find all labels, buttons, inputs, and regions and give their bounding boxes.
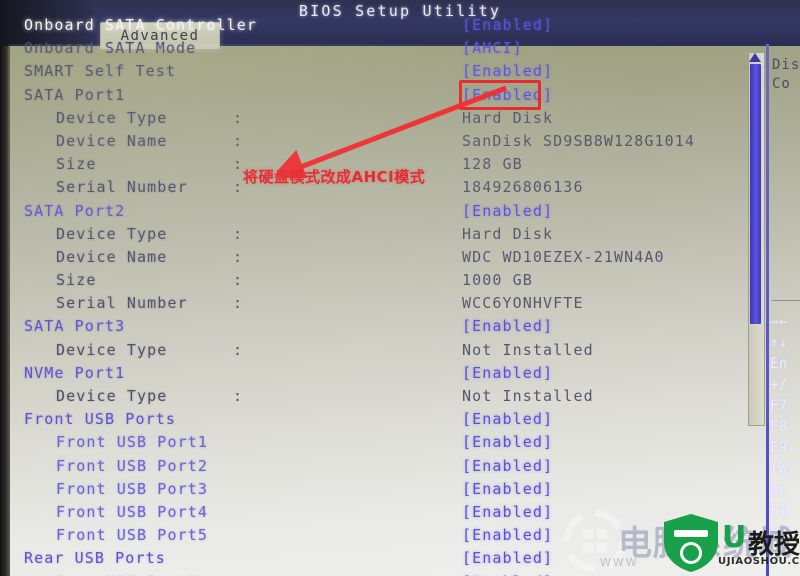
setting-row[interactable]: Serial Number: WCC6YONHVFTE xyxy=(0,294,792,317)
setting-row[interactable]: Size: 1000 GB xyxy=(0,271,792,294)
setting-label: NVMe Port1 xyxy=(24,363,126,382)
setting-value[interactable]: [Enabled] xyxy=(462,573,553,576)
setting-label: Serial Number xyxy=(56,178,188,197)
setting-row[interactable]: NVMe Port1 [Enabled] xyxy=(0,364,792,387)
setting-value[interactable]: [Enabled] xyxy=(462,503,553,521)
setting-label: Device Type xyxy=(56,224,168,243)
setting-row[interactable]: Device Name: WDC WD10EZEX-21WN4A0 xyxy=(0,248,792,271)
key-legend-item: F7 xyxy=(770,398,788,414)
setting-row[interactable]: Front USB Port3 [Enabled] xyxy=(0,480,792,503)
setting-row[interactable]: Front USB Port5 [Enabled] xyxy=(0,526,792,549)
setting-value[interactable]: Not Installed xyxy=(462,387,594,405)
key-legend-item: En xyxy=(770,356,788,372)
key-legend-item: Ac xyxy=(770,482,788,498)
setting-row[interactable]: Front USB Port1 [Enabled] xyxy=(0,433,792,456)
setting-value[interactable]: [Enabled] xyxy=(462,62,553,80)
setting-colon: : xyxy=(233,108,243,127)
setting-colon: : xyxy=(233,387,243,405)
key-legend-item: F9 xyxy=(770,440,788,456)
setting-value[interactable]: [Enabled] xyxy=(462,457,553,475)
setting-row[interactable]: Onboard SATA Mode [AHCI] xyxy=(0,39,792,62)
setting-row[interactable]: Front USB Port2 [Enabled] xyxy=(0,457,792,480)
setting-row[interactable]: SATA Port2 [Enabled] xyxy=(0,202,792,225)
setting-value[interactable]: [Enabled] xyxy=(462,433,553,451)
setting-label: Onboard SATA Controller xyxy=(24,16,258,34)
setting-row[interactable]: Device Type: Hard Disk xyxy=(0,225,792,248)
setting-value[interactable]: 184926806136 xyxy=(462,178,584,196)
setting-label: SATA Port3 xyxy=(24,317,126,336)
setting-value[interactable]: Hard Disk xyxy=(462,225,553,243)
scrollbar-thumb[interactable] xyxy=(750,64,761,324)
setting-label: Device Type xyxy=(56,340,168,359)
setting-label: Device Type xyxy=(56,387,168,405)
setting-label: Rear USB Ports xyxy=(24,549,166,568)
setting-value[interactable]: [Enabled] xyxy=(462,364,553,382)
setting-label: Size xyxy=(56,271,97,290)
setting-value[interactable]: WCC6YONHVFTE xyxy=(462,294,584,312)
setting-label: Front USB Ports xyxy=(24,410,176,429)
setting-colon: : xyxy=(233,271,243,290)
setting-row[interactable]: SATA Port3 [Enabled] xyxy=(0,317,792,340)
help-panel: Dis Co xyxy=(772,56,800,94)
setting-label: Front USB Port3 xyxy=(56,479,208,498)
setting-label: Onboard SATA Mode xyxy=(24,39,197,58)
setting-label: SATA Port2 xyxy=(24,201,126,220)
setting-value[interactable]: [Enabled] xyxy=(462,202,553,220)
setting-row[interactable]: Device Type: Not Installed xyxy=(0,387,792,410)
help-line: Co xyxy=(772,76,791,92)
setting-label: Device Name xyxy=(56,131,168,150)
setting-label: Serial Number xyxy=(56,294,188,313)
setting-label: Rear USB Port1 xyxy=(56,573,198,576)
setting-colon: : xyxy=(233,178,243,197)
setting-row[interactable]: Rear USB Ports [Enabled] xyxy=(0,549,792,572)
help-line: Dis xyxy=(772,57,800,73)
setting-colon: : xyxy=(233,155,243,174)
setting-colon: : xyxy=(233,294,243,313)
setting-value[interactable]: [Enabled] xyxy=(462,16,553,34)
annotation-note: 将硬盘模式改成AHCI模式 xyxy=(243,168,426,186)
setting-value[interactable]: 1000 GB xyxy=(462,271,533,289)
setting-value[interactable]: WDC WD10EZEX-21WN4A0 xyxy=(462,248,665,266)
setting-row[interactable]: Rear USB Port1 [Enabled] xyxy=(0,573,792,576)
setting-value[interactable]: [Enabled] xyxy=(462,549,553,567)
setting-label: Front USB Port1 xyxy=(56,433,208,452)
setting-colon: : xyxy=(233,247,243,266)
help-panel-divider xyxy=(772,300,800,301)
bios-screen: BIOS Setup Utility Advanced Onboard SATA… xyxy=(0,0,800,576)
setting-value[interactable]: [Enabled] xyxy=(462,526,553,544)
key-legend-item: ↑↓ xyxy=(770,335,788,351)
setting-label: SMART Self Test xyxy=(24,62,176,81)
right-panel-divider xyxy=(766,44,769,576)
setting-colon: : xyxy=(233,131,243,150)
setting-value[interactable]: [Enabled] xyxy=(462,317,553,335)
key-legend-item: +/ xyxy=(770,377,788,393)
setting-label: Front USB Port2 xyxy=(56,456,208,475)
key-legend-item: F8 xyxy=(770,419,788,435)
setting-value[interactable]: [AHCI] xyxy=(462,39,523,57)
setting-label: Device Name xyxy=(56,247,168,266)
setting-label: SATA Port1 xyxy=(24,85,126,104)
setting-value[interactable]: [Enabled] xyxy=(462,410,553,428)
setting-value[interactable]: Not Installed xyxy=(462,341,594,359)
setting-row[interactable]: Front USB Ports [Enabled] xyxy=(0,410,792,433)
setting-label: Device Type xyxy=(56,108,168,127)
setting-label: Size xyxy=(56,155,97,174)
key-legend: →← ↑↓ En +/ F7 F8 F9 (W Ac F1 ES xyxy=(770,312,800,543)
setting-label: Front USB Port4 xyxy=(56,502,208,521)
setting-colon: : xyxy=(233,224,243,243)
setting-colon: : xyxy=(233,340,243,359)
setting-row[interactable]: Front USB Port4 [Enabled] xyxy=(0,503,792,526)
setting-label: Front USB Port5 xyxy=(56,526,208,545)
key-legend-item: (W xyxy=(770,461,788,477)
key-legend-item: →← xyxy=(770,314,788,330)
setting-value[interactable]: [Enabled] xyxy=(462,480,553,498)
key-legend-item: ES xyxy=(770,524,788,540)
key-legend-item: F1 xyxy=(770,503,788,519)
setting-row[interactable]: Device Type: Not Installed xyxy=(0,341,792,364)
annotation-arrow-icon xyxy=(278,85,507,178)
scroll-up-arrow-icon[interactable] xyxy=(749,53,761,62)
setting-row[interactable]: Onboard SATA Controller [Enabled] xyxy=(0,16,792,39)
